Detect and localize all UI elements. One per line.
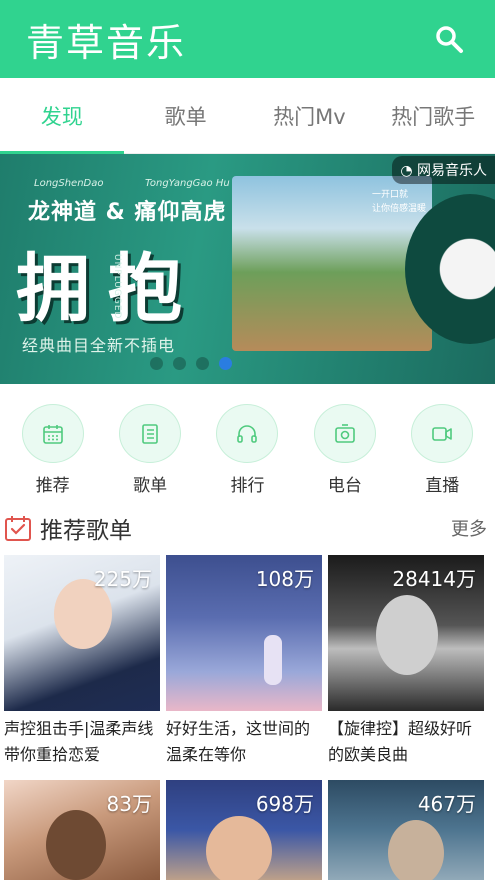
banner-source-label: 网易音乐人 xyxy=(417,163,487,179)
radio-icon xyxy=(335,423,355,443)
playlist-grid: 225万 声控狙击手|温柔声线带你重拾恋爱 108万 好好生活，这世间的温柔在等… xyxy=(0,555,495,880)
quick-nav-label: 歌单 xyxy=(133,476,168,496)
recommend-section-header: 推荐歌单 更多 xyxy=(0,508,495,548)
calendar-icon xyxy=(42,424,63,444)
play-count: 108万 xyxy=(255,567,314,591)
app-title: 青草音乐 xyxy=(26,20,187,65)
playlist-title: 【旋律控】超级好听的欧美良曲 xyxy=(328,719,473,764)
carousel-dot[interactable] xyxy=(173,357,186,370)
app-header: 青草音乐 xyxy=(0,0,495,78)
cover-figure xyxy=(206,816,272,880)
quick-nav-ranking[interactable]: 排行 xyxy=(207,404,287,496)
quick-nav-radio[interactable]: 电台 xyxy=(305,404,385,496)
play-count: 28414万 xyxy=(392,567,476,591)
quick-nav-circle xyxy=(313,404,376,463)
banner-subtitle: 经典曲目全新不插电 xyxy=(22,336,176,355)
banner-slogan-line2: 让你倍感温暖 xyxy=(372,204,427,214)
playlist-cover: 467万 xyxy=(328,780,484,880)
banner-slogan-line1: 一开口就 xyxy=(372,190,409,200)
list-icon xyxy=(142,423,158,444)
quick-nav-circle xyxy=(21,404,84,463)
video-icon xyxy=(432,426,453,441)
calendar-check-icon xyxy=(5,516,31,541)
banner-source-badge: ◔ 网易音乐人 xyxy=(392,156,495,184)
banner-slogan: 一开口就 让你倍感温暖 xyxy=(372,188,426,216)
quick-nav-circle xyxy=(119,404,182,463)
playlist-title: 声控狙击手|温柔声线带你重拾恋爱 xyxy=(4,719,154,764)
search-button[interactable] xyxy=(431,21,467,57)
quick-nav-circle xyxy=(216,404,279,463)
playlist-card[interactable]: 467万 xyxy=(328,780,484,880)
play-count: 83万 xyxy=(106,792,152,816)
quick-nav-live[interactable]: 直播 xyxy=(402,404,482,496)
carousel-dot[interactable] xyxy=(196,357,209,370)
cover-figure xyxy=(46,810,106,880)
tab-discover[interactable]: 发现 xyxy=(0,78,124,154)
banner-headline: 拥抱 xyxy=(16,246,200,332)
playlist-cover: 225万 xyxy=(4,555,160,711)
carousel-dot-active[interactable] xyxy=(219,357,232,370)
main-tabs: 发现 歌单 热门Mv 热门歌手 xyxy=(0,78,495,154)
playlist-card[interactable]: 83万 xyxy=(4,780,160,880)
banner-artist-en-left: LongShenDao xyxy=(34,178,104,189)
playlist-cover: 28414万 xyxy=(328,555,484,711)
netease-logo-icon: ◔ xyxy=(400,163,413,179)
banner-unplugged-text: UNPLUGGED xyxy=(112,254,122,320)
cover-figure xyxy=(388,820,444,880)
quick-nav-circle xyxy=(411,404,474,463)
recommend-section-title: 推荐歌单 xyxy=(40,518,132,544)
playlist-card[interactable]: 28414万 【旋律控】超级好听的欧美良曲 xyxy=(328,555,484,774)
playlist-card[interactable]: 698万 xyxy=(166,780,322,880)
play-count: 698万 xyxy=(255,792,314,816)
quick-nav-label: 直播 xyxy=(425,476,460,496)
play-count: 467万 xyxy=(417,792,476,816)
tab-hot-singers[interactable]: 热门歌手 xyxy=(371,78,495,153)
playlist-card[interactable]: 108万 好好生活，这世间的温柔在等你 xyxy=(166,555,322,774)
search-icon xyxy=(436,26,463,53)
playlist-cover: 83万 xyxy=(4,780,160,880)
quick-nav-label: 排行 xyxy=(230,476,265,496)
tab-hot-mv[interactable]: 热门Mv xyxy=(248,78,372,153)
quick-nav-label: 电台 xyxy=(327,476,362,496)
playlist-cover: 108万 xyxy=(166,555,322,711)
banner-artist-en-right: TongYangGao Hu xyxy=(145,178,230,189)
banner-carousel[interactable]: ◔ 网易音乐人 LongShenDao TongYangGao Hu 龙神道 &… xyxy=(0,154,495,384)
quick-nav-playlists[interactable]: 歌单 xyxy=(110,404,190,496)
playlist-cover: 698万 xyxy=(166,780,322,880)
tab-playlists[interactable]: 歌单 xyxy=(124,78,248,153)
banner-artists: 龙神道 & 痛仰高虎 xyxy=(28,200,227,225)
carousel-dot[interactable] xyxy=(150,357,163,370)
more-link[interactable]: 更多 xyxy=(451,515,487,541)
cover-figure xyxy=(376,595,438,675)
cover-figure xyxy=(264,635,282,685)
playlist-card[interactable]: 225万 声控狙击手|温柔声线带你重拾恋爱 xyxy=(4,555,160,774)
headphones-icon xyxy=(237,424,258,443)
carousel-dots xyxy=(150,357,232,370)
quick-nav: 推荐 歌单 排行 电台 直播 xyxy=(0,404,495,496)
quick-nav-label: 推荐 xyxy=(35,476,70,496)
play-count: 225万 xyxy=(93,567,152,591)
playlist-title: 好好生活，这世间的温柔在等你 xyxy=(166,719,311,764)
quick-nav-recommend[interactable]: 推荐 xyxy=(13,404,93,496)
